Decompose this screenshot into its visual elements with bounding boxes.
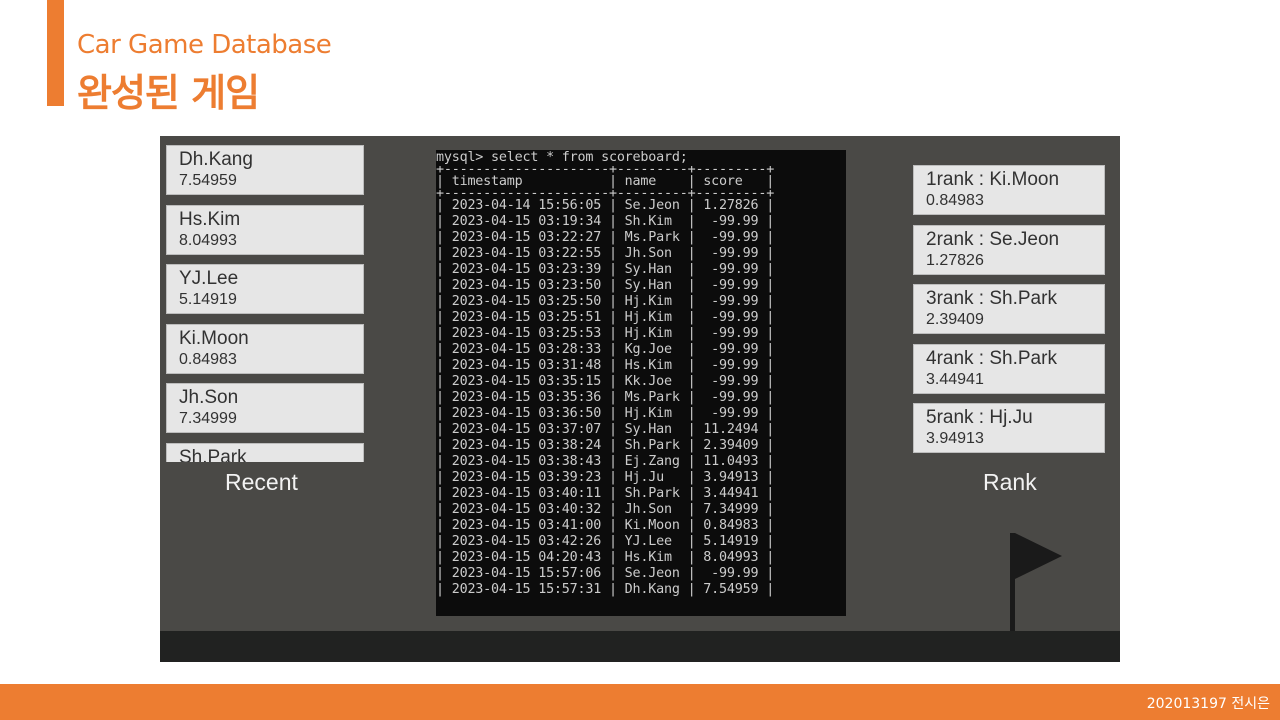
console-row: | 2023-04-15 03:39:23 | Hj.Ju | 3.94913 … [436, 470, 775, 485]
rank-score: 1.27826 [926, 251, 984, 269]
rank-card: 2rank : Se.Jeon 1.27826 [913, 224, 1105, 275]
console-row: | 2023-04-14 15:56:05 | Se.Jeon | 1.2782… [436, 198, 775, 213]
rank-card: 3rank : Sh.Park 2.39409 [913, 284, 1105, 334]
recent-name: Dh.Kang [179, 149, 253, 170]
console-row: | 2023-04-15 03:31:48 | Hs.Kim | -99.99 … [436, 358, 775, 373]
rank-score: 3.44941 [926, 370, 984, 388]
console-row: | 2023-04-15 03:35:15 | Kk.Joe | -99.99 … [436, 374, 775, 389]
console-command: mysql> select * from scoreboard; [436, 150, 688, 165]
rank-score: 3.94913 [926, 430, 984, 447]
console-row: | 2023-04-15 03:37:07 | Sy.Han | 11.2494… [436, 422, 775, 437]
rank-title: 4rank : Sh.Park [926, 347, 1057, 369]
console-row: | 2023-04-15 03:22:27 | Ms.Park | -99.99… [436, 230, 775, 245]
mysql-console: mysql> select * from scoreboard; +-------… [436, 150, 846, 616]
console-row: | 2023-04-15 03:40:32 | Jh.Son | 7.34999… [436, 502, 775, 517]
game-screenshot: Dh.Kang 7.54959 Hs.Kim 8.04993 YJ.Lee 5.… [160, 136, 1120, 662]
rank-card: 4rank : Sh.Park 3.44941 [913, 343, 1105, 394]
console-row: | 2023-04-15 03:41:00 | Ki.Moon | 0.8498… [436, 518, 775, 533]
rank-title: 2rank : Se.Jeon [926, 228, 1060, 250]
recent-name: Sh.Park [179, 446, 247, 463]
console-row: | 2023-04-15 03:25:51 | Hj.Kim | -99.99 … [436, 310, 775, 325]
console-row: | 2023-04-15 03:25:50 | Hj.Kim | -99.99 … [436, 294, 775, 309]
recent-list[interactable]: Dh.Kang 7.54959 Hs.Kim 8.04993 YJ.Lee 5.… [166, 145, 364, 462]
recent-label: Recent [225, 469, 298, 495]
slide-subtitle: Car Game Database [77, 30, 332, 60]
console-row: | 2023-04-15 03:35:36 | Ms.Park | -99.99… [436, 390, 775, 405]
console-row: | 2023-04-15 03:38:24 | Sh.Park | 2.3940… [436, 438, 775, 453]
recent-card: Sh.Park [166, 442, 364, 463]
recent-card: Dh.Kang 7.54959 [166, 145, 364, 195]
console-row: | 2023-04-15 03:19:34 | Sh.Kim | -99.99 … [436, 214, 775, 229]
rank-label: Rank [983, 469, 1037, 495]
flag-icon [1010, 533, 1062, 633]
recent-card: YJ.Lee 5.14919 [166, 264, 364, 314]
recent-score: 5.14919 [179, 291, 237, 308]
console-row: | 2023-04-15 03:38:43 | Ej.Zang | 11.049… [436, 454, 775, 469]
console-row: | 2023-04-15 03:23:39 | Sy.Han | -99.99 … [436, 262, 775, 277]
accent-bar [47, 0, 64, 106]
console-row: | 2023-04-15 03:28:33 | Kg.Joe | -99.99 … [436, 342, 775, 357]
recent-score: 7.34999 [179, 410, 237, 427]
recent-score: 0.84983 [179, 350, 237, 368]
recent-card: Jh.Son 7.34999 [166, 383, 364, 433]
rank-card: 5rank : Hj.Ju 3.94913 [913, 403, 1105, 453]
rank-title: 3rank : Sh.Park [926, 288, 1057, 309]
recent-name: YJ.Lee [179, 268, 239, 289]
recent-score: 7.54959 [179, 172, 237, 189]
recent-card: Hs.Kim 8.04993 [166, 204, 364, 255]
console-row: | 2023-04-15 15:57:06 | Se.Jeon | -99.99… [436, 566, 775, 581]
recent-card: Ki.Moon 0.84983 [166, 323, 364, 374]
rank-score: 2.39409 [926, 311, 984, 328]
slide-title: 완성된 게임 [77, 71, 260, 115]
recent-name: Ki.Moon [179, 327, 249, 349]
console-row: | 2023-04-15 03:36:50 | Hj.Kim | -99.99 … [436, 406, 775, 421]
console-header-row: | timestamp | name | score | [436, 174, 775, 189]
console-row: | 2023-04-15 03:25:53 | Hj.Kim | -99.99 … [436, 326, 775, 341]
rank-card: 1rank : Ki.Moon 0.84983 [913, 165, 1105, 215]
console-row: | 2023-04-15 04:20:43 | Hs.Kim | 8.04993… [436, 550, 775, 565]
rank-title: 1rank : Ki.Moon [926, 169, 1060, 190]
recent-name: Hs.Kim [179, 208, 241, 230]
recent-name: Jh.Son [179, 387, 239, 408]
ground [160, 631, 1120, 662]
console-row: | 2023-04-15 03:40:11 | Sh.Park | 3.4494… [436, 486, 775, 501]
console-row: | 2023-04-15 15:57:31 | Dh.Kang | 7.5495… [436, 582, 775, 597]
footer-bar: 202013197 전시은 [0, 684, 1280, 720]
rank-title: 5rank : Hj.Ju [926, 407, 1033, 428]
rank-score: 0.84983 [926, 192, 984, 209]
console-row: | 2023-04-15 03:23:50 | Sy.Han | -99.99 … [436, 278, 775, 293]
footer-text: 202013197 전시은 [1146, 696, 1270, 712]
console-row: | 2023-04-15 03:42:26 | YJ.Lee | 5.14919… [436, 534, 775, 549]
console-separator: +---------------------+---------+-------… [436, 166, 775, 174]
console-separator: +---------------------+---------+-------… [436, 190, 775, 198]
recent-score: 8.04993 [179, 231, 237, 249]
console-row: | 2023-04-15 03:22:55 | Jh.Son | -99.99 … [436, 246, 775, 261]
